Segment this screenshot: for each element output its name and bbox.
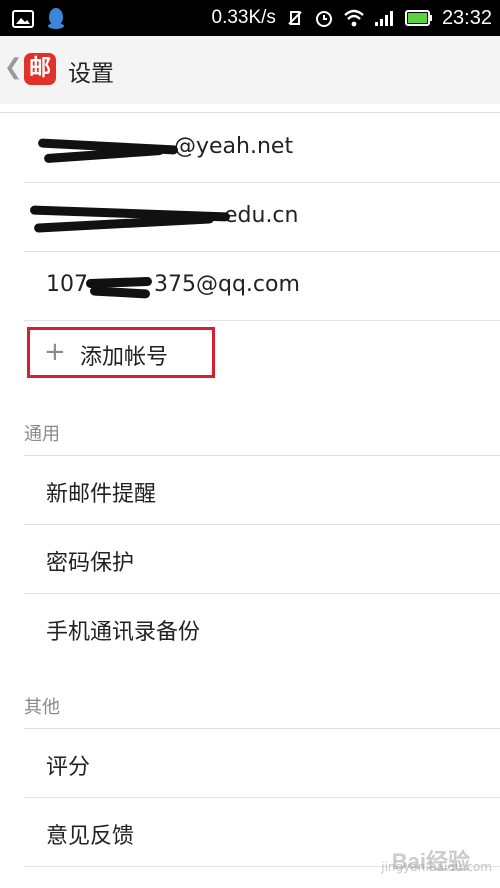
plus-icon: + bbox=[44, 337, 66, 367]
page-title: 设置 bbox=[68, 61, 114, 87]
baidu-watermark-url: jingyan.baidu.com bbox=[381, 860, 492, 874]
signal-icon bbox=[374, 11, 393, 26]
alarm-icon bbox=[315, 11, 332, 27]
setting-password-protection[interactable]: 密码保护 bbox=[24, 525, 500, 594]
wifi-icon bbox=[344, 9, 364, 27]
section-title-general: 通用 bbox=[24, 424, 60, 445]
battery-icon bbox=[404, 10, 432, 26]
setting-label: 密码保护 bbox=[46, 551, 135, 576]
back-chevron-icon[interactable]: ❮ bbox=[4, 55, 22, 80]
app-logo[interactable]: 邮 bbox=[24, 53, 56, 85]
section-title-other: 其他 bbox=[24, 697, 60, 718]
top-divider bbox=[0, 104, 500, 113]
account-email: @yeah.net bbox=[174, 134, 294, 159]
account-email-prefix: 107 bbox=[46, 272, 88, 297]
add-account-button[interactable]: 添加帐号 bbox=[80, 339, 168, 371]
status-bar: 0.33K/s 23:32 bbox=[0, 0, 500, 36]
account-email-suffix: 375@qq.com bbox=[154, 272, 300, 297]
network-speed: 0.33K/s bbox=[211, 7, 276, 28]
account-row-yeah[interactable]: @yeah.net bbox=[24, 114, 500, 183]
account-email: edu.cn bbox=[224, 203, 299, 228]
no-signal-icon bbox=[288, 11, 302, 25]
qq-icon bbox=[48, 8, 64, 29]
account-row-edu[interactable]: edu.cn bbox=[24, 183, 500, 252]
image-icon bbox=[12, 10, 34, 28]
setting-label: 意见反馈 bbox=[46, 824, 135, 849]
clock: 23:32 bbox=[441, 6, 492, 29]
account-row-qq[interactable]: 107 375@qq.com bbox=[24, 252, 500, 321]
title-bar: ❮ 邮 设置 bbox=[0, 36, 500, 105]
setting-rate[interactable]: 评分 bbox=[24, 729, 500, 798]
setting-label: 新邮件提醒 bbox=[46, 482, 157, 507]
setting-contacts-backup[interactable]: 手机通讯录备份 bbox=[24, 594, 500, 662]
redaction-scribble bbox=[89, 286, 151, 299]
setting-new-mail-alert[interactable]: 新邮件提醒 bbox=[24, 456, 500, 525]
setting-label: 手机通讯录备份 bbox=[46, 620, 201, 645]
setting-label: 评分 bbox=[46, 755, 91, 780]
